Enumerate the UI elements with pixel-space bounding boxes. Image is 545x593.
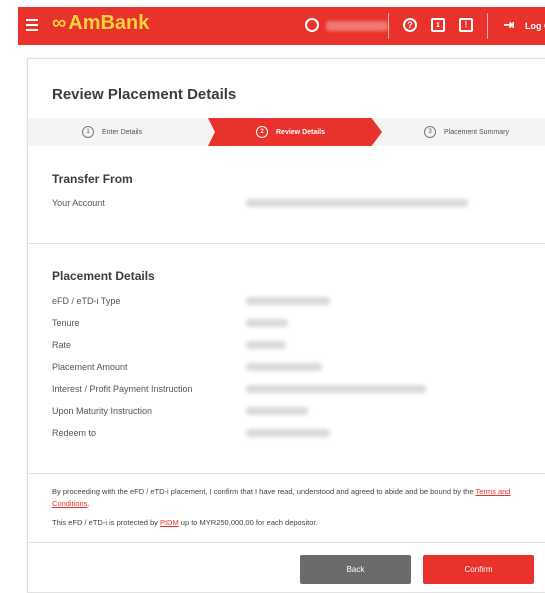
efd-type-value-redacted [246, 297, 330, 305]
placement-details-title: Placement Details [52, 269, 155, 283]
tenure-label: Tenure [52, 318, 80, 328]
your-account-label: Your Account [52, 198, 105, 208]
upon-maturity-label: Upon Maturity Instruction [52, 406, 153, 416]
section-divider [28, 473, 545, 474]
rate-value-redacted [246, 341, 286, 349]
step-review-details: 2 Review Details [256, 118, 325, 146]
confirmation-statement: By proceeding with the eFD / eTD-i place… [52, 487, 476, 496]
upon-maturity-value-redacted [246, 407, 308, 415]
step-enter-details: 1 Enter Details [82, 118, 142, 146]
confirm-button[interactable]: Confirm [423, 555, 534, 584]
your-account-value-redacted [246, 199, 468, 207]
ambank-logo[interactable]: ∞ AmBank [52, 12, 149, 35]
step-label: Review Details [276, 128, 326, 136]
brand-name: AmBank [68, 12, 150, 34]
back-button[interactable]: Back [300, 555, 411, 584]
placement-amount-value-redacted [246, 363, 322, 371]
redeem-to-label: Redeem to [52, 428, 97, 438]
page-title: Review Placement Details [52, 86, 237, 103]
rate-label: Rate [52, 340, 72, 350]
ambank-logo-mark: ∞ [52, 12, 66, 34]
message-icon[interactable]: ! [459, 18, 473, 32]
section-divider [28, 243, 545, 244]
interest-payment-value-redacted [246, 385, 426, 393]
progress-stepper: 1 Enter Details 2 Review Details 3 Place… [28, 118, 545, 146]
pidm-statement-prefix: This eFD / eTD-i is protected by [52, 518, 160, 527]
tenure-value-redacted [246, 319, 288, 327]
step-label: Enter Details [102, 128, 143, 136]
redeem-to-value-redacted [246, 429, 330, 437]
step-number: 2 [256, 126, 268, 138]
step-number: 1 [82, 126, 94, 138]
user-icon[interactable] [305, 18, 319, 32]
top-nav-bar: ∞ AmBank ? ɪ ! ⇥ Log O [18, 7, 545, 45]
interest-payment-instruction-label: Interest / Profit Payment Instruction [52, 384, 193, 394]
logout-link[interactable]: Log O [525, 21, 545, 31]
logout-icon[interactable]: ⇥ [502, 18, 516, 32]
confirmation-statement-end: . [87, 499, 90, 508]
pidm-statement-suffix: up to MYR250,000.00 for each depositor. [178, 518, 318, 527]
step-label: Placement Summary [444, 128, 509, 136]
user-name-redacted [326, 21, 388, 31]
divider [487, 13, 488, 39]
menu-icon[interactable] [26, 19, 38, 31]
efd-type-label: eFD / eTD-i Type [52, 296, 121, 306]
guide-icon[interactable]: ɪ [431, 18, 445, 32]
transfer-from-title: Transfer From [52, 172, 133, 186]
step-placement-summary: 3 Placement Summary [424, 118, 509, 146]
divider [388, 13, 389, 39]
placement-confirmation-text: By proceeding with the eFD / eTD-i place… [52, 486, 522, 510]
section-divider [28, 542, 545, 543]
step-number: 3 [424, 126, 436, 138]
review-card: Review Placement Details 1 Enter Details… [27, 58, 545, 593]
help-icon[interactable]: ? [403, 18, 417, 32]
placement-amount-label: Placement Amount [52, 362, 128, 372]
pidm-protection-text: This eFD / eTD-i is protected by PIDM up… [52, 517, 522, 529]
pidm-link[interactable]: PIDM [160, 518, 179, 527]
